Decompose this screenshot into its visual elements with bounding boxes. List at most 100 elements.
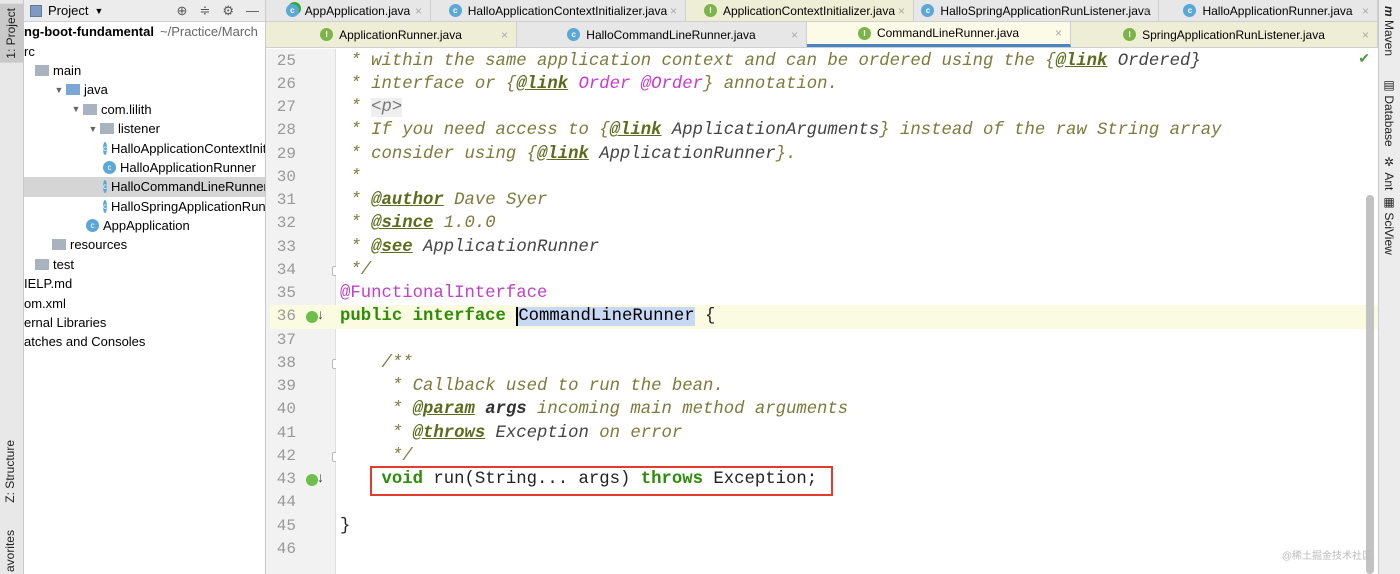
code-line[interactable]: public interface CommandLineRunner {	[336, 305, 1378, 329]
code-token: CommandLineRunner	[516, 307, 695, 327]
close-tab-icon[interactable]: ×	[1362, 4, 1369, 18]
code-line[interactable]: */	[336, 259, 1378, 282]
favorites-tool-button[interactable]: avorites	[3, 530, 17, 572]
code-token: Dave Syer	[443, 191, 548, 210]
code-line[interactable]	[336, 329, 1378, 352]
code-token: <p>	[371, 98, 403, 117]
tree-item[interactable]: IELP.md	[24, 274, 265, 293]
expand-arrow-icon[interactable]: ▼	[69, 104, 83, 114]
editor-tab[interactable]: I ApplicationRunner.java ×	[266, 22, 517, 47]
code-token: on error	[588, 423, 683, 443]
code-line[interactable]: * @throws Exception on error	[336, 422, 1378, 445]
code-token: ApplicationRunner	[588, 144, 776, 164]
gutter-row: 33	[270, 236, 336, 259]
tree-item[interactable]: resources	[24, 235, 265, 254]
close-tab-icon[interactable]: ×	[791, 28, 798, 42]
code-line[interactable]: * @see ApplicationRunner	[336, 236, 1378, 259]
tab-label: HalloApplicationContextInitializer.java	[467, 3, 668, 18]
close-tab-icon[interactable]: ×	[501, 28, 508, 42]
tree-item[interactable]: ▼ listener	[24, 119, 265, 138]
code-line[interactable]: @FunctionalInterface	[336, 282, 1378, 305]
close-tab-icon[interactable]: ×	[898, 4, 905, 18]
tree-item[interactable]: c HalloSpringApplicationRunListener	[24, 197, 265, 216]
gutter-row: 41	[270, 422, 336, 445]
tree-item[interactable]: c HalloCommandLineRunner	[24, 177, 265, 197]
close-tab-icon[interactable]: ×	[1362, 28, 1369, 42]
code-line[interactable]: * within the same application context an…	[336, 50, 1378, 73]
close-tab-icon[interactable]: ×	[415, 4, 422, 18]
editor-tab[interactable]: c HalloSpringApplicationRunListener.java ×	[914, 0, 1159, 21]
code-line[interactable]	[336, 538, 1378, 561]
tab-label: HalloCommandLineRunner.java	[586, 27, 756, 42]
project-root-path: ~/Practice/March	[159, 24, 258, 40]
ant-tool-button[interactable]: ✲ Ant	[1382, 155, 1396, 190]
expand-arrow-icon[interactable]: ▼	[52, 85, 66, 95]
close-tab-icon[interactable]: ×	[670, 4, 677, 18]
chevron-down-icon[interactable]: ▼	[94, 6, 103, 16]
editor-tab[interactable]: c HalloApplicationRunner.java ×	[1159, 0, 1378, 21]
gear-icon[interactable]: ⚙	[222, 3, 234, 19]
tree-item[interactable]: atches and Consoles	[24, 332, 265, 351]
code-token: /**	[340, 353, 413, 373]
tree-item[interactable]: main	[24, 61, 265, 80]
code-line[interactable]: * <p>	[336, 96, 1378, 119]
expand-arrow-icon[interactable]: ▼	[86, 124, 100, 134]
code-text: * @author Dave Syer	[340, 189, 547, 212]
close-tab-icon[interactable]: ×	[1055, 26, 1062, 40]
vertical-scrollbar[interactable]	[1366, 195, 1374, 574]
project-view-dropdown[interactable]: Project	[48, 3, 88, 18]
editor-tab[interactable]: I ApplicationContextInitializer.java ×	[686, 0, 914, 21]
database-label: Database	[1382, 95, 1396, 147]
code-line[interactable]: * consider using {@link ApplicationRunne…	[336, 143, 1378, 166]
left-tool-stripe: 1: Project Z: Structure avorites	[0, 0, 24, 574]
project-tree: rc main ▼ java ▼ com.lilith ▼ listener c HalloApp…	[24, 41, 265, 351]
editor-tab[interactable]: c HalloCommandLineRunner.java ×	[517, 22, 807, 47]
database-tool-button[interactable]: ▤ Database	[1382, 78, 1396, 147]
tree-item[interactable]: om.xml	[24, 293, 265, 312]
line-number: 43	[276, 470, 296, 488]
editor-tab[interactable]: I CommandLineRunner.java ×	[807, 22, 1071, 47]
locate-icon[interactable]: ⊕	[177, 3, 188, 19]
gutter-row: 39	[270, 375, 336, 398]
code-token: * within the same application context an…	[340, 51, 1056, 71]
hide-icon[interactable]: —	[246, 3, 259, 19]
tree-item[interactable]: ▼ com.lilith	[24, 100, 265, 119]
gutter-row: 27	[270, 96, 336, 119]
editor-tab[interactable]: c HalloApplicationContextInitializer.java…	[431, 0, 686, 21]
code-line[interactable]: * interface or {@link Order @Order} anno…	[336, 73, 1378, 96]
sciview-tool-button[interactable]: ▦ SciView	[1382, 195, 1396, 255]
code-line[interactable]: }	[336, 515, 1378, 538]
gutter-row: 29	[270, 143, 336, 166]
class-icon: c	[103, 180, 107, 194]
code-line[interactable]: * Callback used to run the bean.	[336, 375, 1378, 398]
collapse-icon[interactable]: ≑	[199, 3, 210, 19]
arrow-down-icon[interactable]: ↓	[317, 306, 324, 322]
code-line[interactable]: */	[336, 445, 1378, 468]
maven-tool-button[interactable]: m Maven	[1382, 6, 1396, 56]
editor-tab[interactable]: c AppApplication.java ×	[266, 0, 431, 21]
project-tool-button[interactable]: 1: Project	[0, 4, 23, 63]
inspection-ok-icon: ✔	[1358, 50, 1370, 66]
tree-item[interactable]: c AppApplication	[24, 216, 265, 235]
tree-item[interactable]: test	[24, 255, 265, 274]
close-tab-icon[interactable]: ×	[1143, 4, 1150, 18]
tree-item[interactable]: c HalloApplicationRunner	[24, 158, 265, 177]
tree-item[interactable]: ernal Libraries	[24, 313, 265, 332]
tab-label: HalloApplicationRunner.java	[1202, 3, 1353, 18]
tree-item[interactable]: rc	[24, 41, 265, 60]
project-root[interactable]: ng-boot-fundamental ~/Practice/March	[24, 22, 265, 41]
code-text: *	[340, 166, 360, 189]
editor-tab[interactable]: I SpringApplicationRunListener.java ×	[1071, 22, 1378, 47]
code-line[interactable]: * @param args incoming main method argum…	[336, 398, 1378, 421]
code-line[interactable]: /**	[336, 352, 1378, 375]
code-line[interactable]: *	[336, 166, 1378, 189]
tree-item[interactable]: c HalloApplicationContextInitializer	[24, 138, 265, 157]
tree-item[interactable]: ▼ java	[24, 80, 265, 99]
arrow-down-icon[interactable]: ↓	[317, 469, 324, 485]
tree-item-label: rc	[24, 43, 35, 59]
code-line[interactable]: * @since 1.0.0	[336, 212, 1378, 235]
code-line[interactable]: * If you need access to {@link Applicati…	[336, 119, 1378, 142]
structure-tool-button[interactable]: Z: Structure	[3, 440, 17, 503]
code-token: *	[340, 237, 372, 257]
code-line[interactable]: * @author Dave Syer	[336, 189, 1378, 212]
